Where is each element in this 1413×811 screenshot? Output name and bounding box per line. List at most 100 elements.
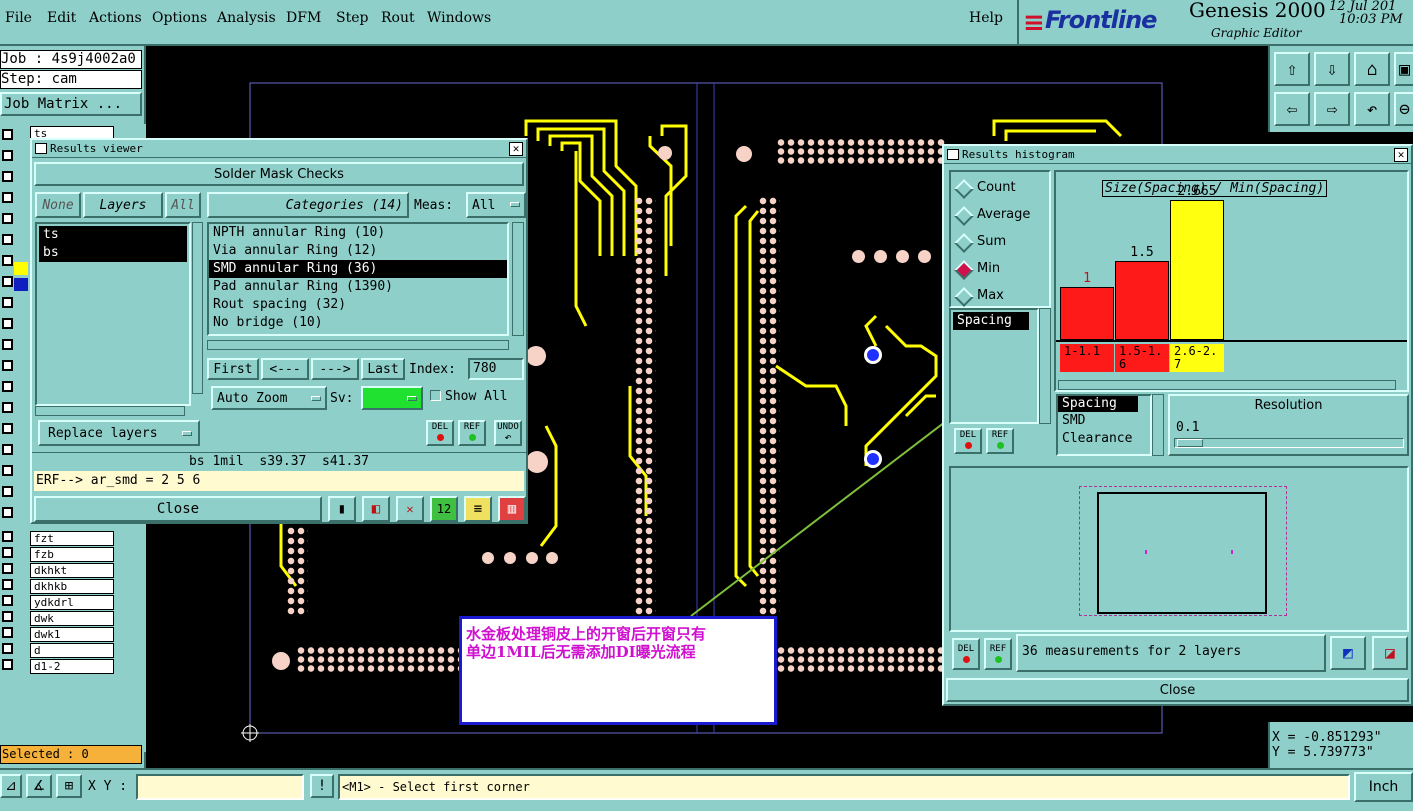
layer-row[interactable]: dwk1 [30,627,114,642]
move-right-icon[interactable]: ⇨ [1314,92,1350,126]
layer-checkbox[interactable] [2,339,13,350]
none-button[interactable]: None [35,192,81,218]
count-radio[interactable] [954,179,974,199]
category-list[interactable]: NPTH annular Ring (10) Via annular Ring … [207,222,509,336]
auto-zoom-dropdown[interactable]: Auto Zoom [211,386,327,410]
zoom-fit-icon[interactable]: ▣ [1394,52,1413,86]
all-layers-button[interactable]: All [165,192,201,218]
close-button[interactable]: Close [34,496,322,522]
layer-list[interactable]: ts bs [35,222,191,406]
histogram-icon[interactable]: ▥ [498,496,526,522]
solder-mask-heading[interactable]: Solder Mask Checks [34,162,524,186]
layer-list-item[interactable]: ts [39,226,187,244]
layer-checkbox[interactable] [2,659,13,670]
measure-icon[interactable]: ⊿ [0,774,22,798]
sv-color-dropdown[interactable] [361,386,423,410]
layer-checkbox[interactable] [2,531,13,542]
category-item-smd[interactable]: SMD annular Ring (36) [209,260,507,278]
job-matrix-button[interactable]: Job Matrix ... [0,92,142,116]
sum-radio[interactable] [954,233,974,253]
last-button[interactable]: Last [361,358,405,380]
number-icon[interactable]: 12 [430,496,458,522]
layer-checkbox[interactable] [2,192,13,203]
menu-options[interactable]: Options [152,10,207,26]
units-button[interactable]: Inch [1354,772,1413,802]
measure-item[interactable]: Spacing [953,312,1029,330]
layer-list-item[interactable]: bs [39,244,187,262]
size-item[interactable]: Clearance [1058,430,1150,448]
menu-windows[interactable]: Windows [427,10,491,26]
layer-checkbox[interactable] [2,643,13,654]
layer-checkbox[interactable] [2,595,13,606]
slider-handle[interactable] [1177,439,1203,447]
category-item-via[interactable]: Via annular Ring (12) [209,242,507,260]
layer-checkbox[interactable] [2,611,13,622]
move-left-icon[interactable]: ⇦ [1274,92,1310,126]
histogram-close-button[interactable]: Close [946,678,1409,702]
layer-checkbox[interactable] [2,381,13,392]
del-button[interactable]: DEL [426,420,454,446]
results-viewer-titlebar[interactable]: Results viewer ✕ [32,140,526,158]
window-menu-icon[interactable] [35,143,47,154]
move-up-icon[interactable]: ⇧ [1274,52,1310,86]
histogram-bar[interactable] [1170,200,1224,340]
layer-checkbox[interactable] [2,507,13,518]
layer-checkbox[interactable] [2,171,13,182]
menu-step[interactable]: Step [336,10,368,26]
menu-help[interactable]: Help [969,10,1003,26]
layer-checkbox[interactable] [2,150,13,161]
layer-checkbox[interactable] [2,234,13,245]
layer-checkbox[interactable] [2,129,13,140]
layer-checkbox[interactable] [2,360,13,371]
menu-edit[interactable]: Edit [47,10,76,26]
layer-checkbox[interactable] [2,579,13,590]
category-item-bridge[interactable]: No bridge (10) [209,314,507,332]
bar-range-label[interactable]: 1-1.1 [1060,344,1114,372]
layer-checkbox[interactable] [2,563,13,574]
layer-row[interactable]: dwk [30,611,114,626]
grid-icon[interactable]: ⊞ [56,774,82,798]
size-item[interactable]: Spacing [1058,396,1138,412]
del-button[interactable]: DEL [952,638,980,670]
size-item[interactable]: SMD [1058,412,1150,430]
zoom-out-icon[interactable]: ⊖ [1394,92,1413,126]
layer-checkbox[interactable] [2,255,13,266]
ref-button[interactable]: REF [986,428,1014,454]
histogram-titlebar[interactable]: Results histogram ✕ [944,146,1411,164]
ref-button[interactable]: REF [984,638,1012,670]
bar-chart-icon[interactable]: ▮ [328,496,356,522]
undo-button[interactable]: UNDO ↶ [494,420,522,446]
undo-view-icon[interactable]: ↶ [1354,92,1390,126]
layer-checkbox[interactable] [2,444,13,455]
category-item-rout[interactable]: Rout spacing (32) [209,296,507,314]
layer-row[interactable]: dkhkt [30,563,114,578]
menu-analysis[interactable]: Analysis [217,10,276,26]
category-item-npth[interactable]: NPTH annular Ring (10) [209,224,507,242]
move-down-icon[interactable]: ⇩ [1314,52,1350,86]
measure-list-scrollbar[interactable] [1039,308,1051,424]
export-icon[interactable]: ◧ [362,496,390,522]
layer-checkbox[interactable] [2,276,13,287]
layer-checkbox[interactable] [2,465,13,476]
home-icon[interactable]: ⌂ [1354,52,1390,86]
show-all-checkbox[interactable] [430,390,441,401]
layer-row[interactable]: d1-2 [30,659,114,674]
xy-input[interactable] [136,774,304,800]
replace-layers-dropdown[interactable]: Replace layers [38,420,200,446]
layer-list-hscroll[interactable] [35,406,185,416]
report-icon[interactable]: ≡ [464,496,492,522]
menu-rout[interactable]: Rout [381,10,415,26]
del-button[interactable]: DEL [954,428,982,454]
max-radio[interactable] [954,287,974,307]
layer-row[interactable]: d [30,643,114,658]
resolution-slider[interactable] [1174,438,1404,448]
prev-button[interactable]: <--- [261,358,309,380]
histogram-bar[interactable] [1115,261,1169,340]
average-radio[interactable] [954,206,974,226]
min-radio[interactable] [954,260,974,280]
window-menu-icon[interactable] [947,149,959,160]
zoom-to-all-icon[interactable]: ◪ [1372,636,1408,670]
layer-row[interactable]: fzt [30,531,114,546]
next-button[interactable]: ---> [311,358,359,380]
chart-hscroll[interactable] [1058,380,1396,390]
